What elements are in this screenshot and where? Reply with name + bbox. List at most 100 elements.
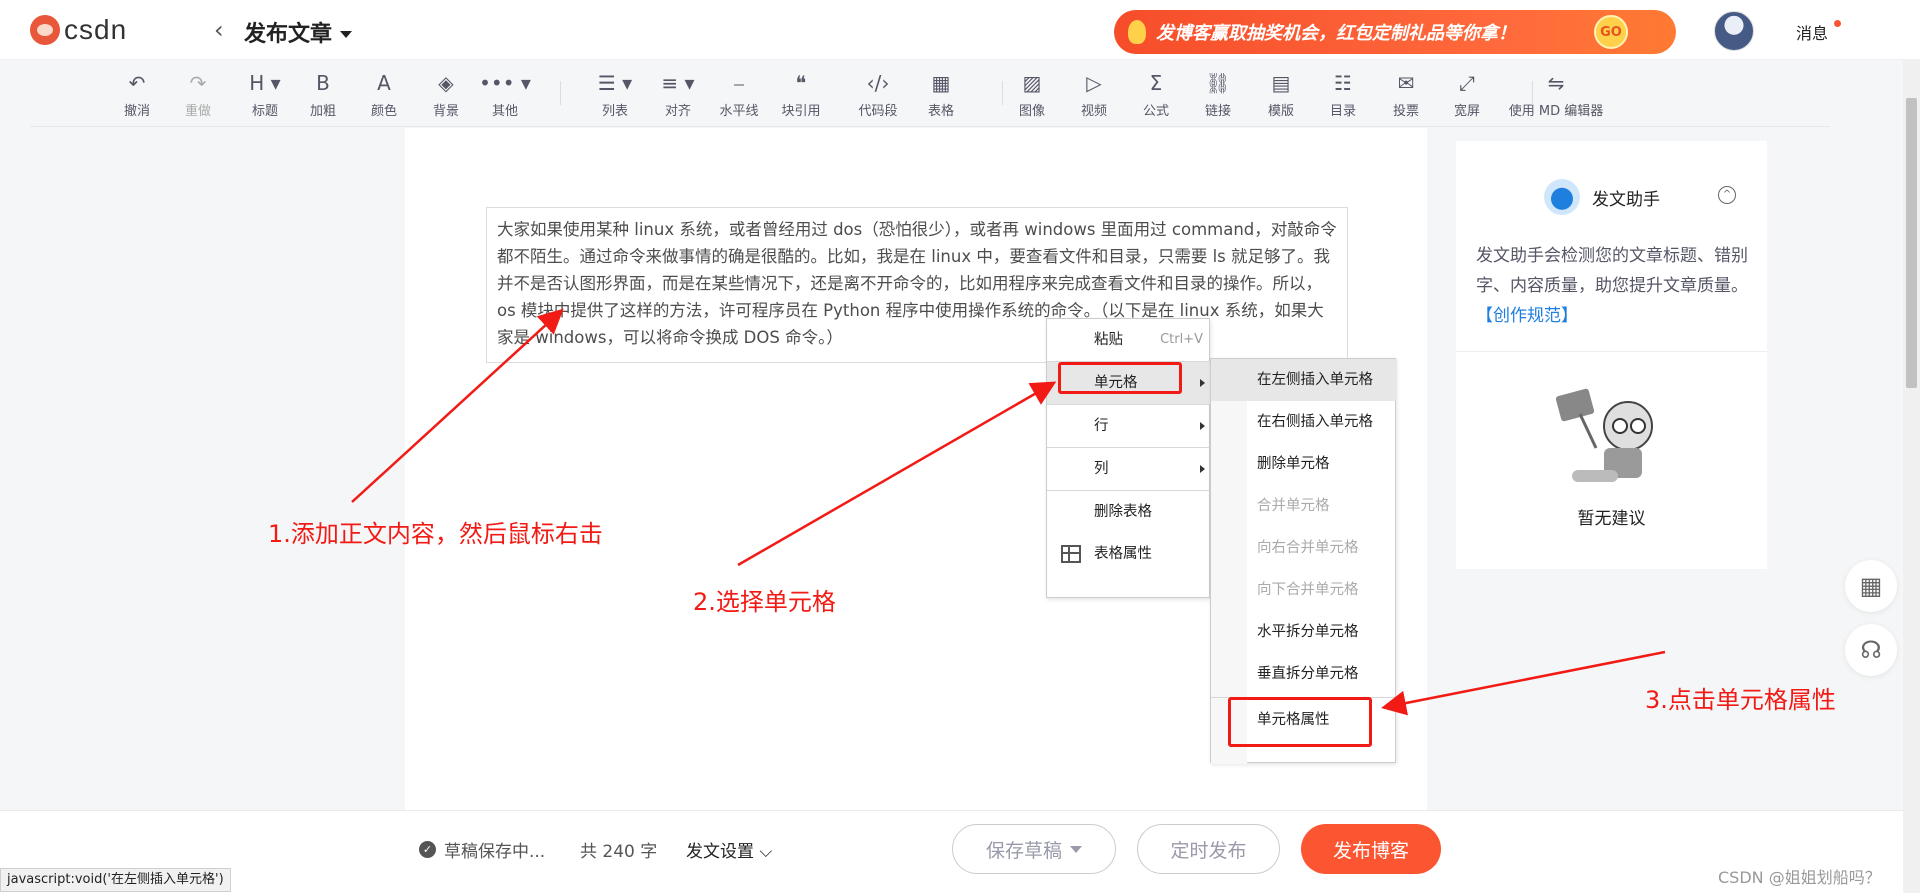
watermark: CSDN @姐姐划船吗？ — [1718, 868, 1881, 887]
qrcode-button[interactable]: ▦ — [1845, 560, 1897, 612]
link-icon: ⛓ — [1205, 71, 1231, 95]
heading-icon: H ▾ — [249, 71, 281, 95]
assistant-description: 发文助手会检测您的文章标题、错别字、内容质量，助您提升文章质量。【创作规范】 — [1476, 241, 1751, 331]
page-title-dropdown[interactable]: 发布文章 — [244, 16, 353, 48]
qrcode-icon: ▦ — [1859, 572, 1883, 600]
headset-icon: ☊ — [1860, 636, 1882, 664]
logo-text: csdn — [64, 14, 128, 45]
other-icon: ••• ▾ — [479, 71, 531, 95]
save-draft-button[interactable]: 保存草稿 — [952, 824, 1116, 874]
submenu-item: 合并单元格 — [1257, 498, 1330, 514]
caret-down-icon — [1070, 845, 1082, 853]
submenu-item[interactable]: 删除单元格 — [1211, 443, 1397, 485]
guidelines-link[interactable]: 【创作规范】 — [1476, 306, 1578, 326]
chevron-down-icon: ⌵ — [759, 842, 773, 862]
csdn-logo[interactable]: csdn — [30, 14, 127, 46]
menu-item-label: 行 — [1094, 418, 1109, 434]
toolbar-label: 块引用 — [781, 104, 821, 119]
toolbar-label: 背景 — [432, 104, 459, 119]
publish-button[interactable]: 发布博客 — [1301, 824, 1441, 874]
editor-toolbar: ↶ 撤消 ↷ 重做 H ▾ 标题 B 加粗 A 颜色 ◈ 背景 ••• ▾ 其他 ☰ ▾ 列表 ≡ ▾ 对齐 ⎯ 水平… — [30, 61, 1830, 127]
status-url-tooltip: javascript:void('在左侧插入单元格') — [0, 868, 231, 892]
menu-item-column[interactable]: 列 — [1047, 448, 1211, 490]
annotation-step3: 3.点击单元格属性 — [1645, 686, 1836, 714]
toolbar-label: 宽屏 — [1453, 104, 1480, 119]
scrollbar-thumb[interactable] — [1906, 98, 1917, 388]
submenu-item[interactable]: 在左侧插入单元格 — [1211, 359, 1397, 401]
menu-item-delete-table[interactable]: 删除表格 — [1047, 491, 1211, 533]
toolbar-label: 重做 — [184, 104, 211, 119]
toolbar-hr-button[interactable]: ⎯ 水平线 — [711, 69, 767, 119]
toolbar-md-editor-button[interactable]: ⇋ 使用 MD 编辑器 — [1496, 69, 1616, 119]
submenu-item[interactable]: 垂直拆分单元格 — [1211, 653, 1397, 695]
toolbar-template-button[interactable]: ▤ 模版 — [1253, 69, 1309, 119]
align-icon: ≡ ▾ — [661, 71, 695, 95]
toolbar-redo-button[interactable]: ↷ 重做 — [170, 69, 226, 119]
toolbar-label: 公式 — [1142, 104, 1169, 119]
toolbar-label: 撤消 — [123, 104, 150, 119]
user-avatar[interactable] — [1714, 11, 1754, 51]
toolbar-formula-button[interactable]: Σ 公式 — [1128, 69, 1184, 119]
redo-icon: ↷ — [189, 71, 207, 95]
list-icon: ☰ ▾ — [597, 71, 633, 95]
toolbar-image-button[interactable]: ▨ 图像 — [1004, 69, 1060, 119]
annotation-step1: 1.添加正文内容，然后鼠标右击 — [268, 520, 603, 548]
toolbar-widescreen-button[interactable]: ⤢ 宽屏 — [1439, 69, 1495, 119]
toolbar-code-button[interactable]: ‹/› 代码段 — [850, 69, 906, 119]
promo-banner[interactable]: 发博客赢取抽奖机会，红包定制礼品等你拿！ GO — [1114, 10, 1676, 54]
go-button[interactable]: GO — [1594, 15, 1628, 49]
context-menu: 粘贴 Ctrl+V 单元格 行 列 删除表格 表格属性 — [1046, 318, 1211, 598]
submenu-item: 向右合并单元格 — [1257, 540, 1359, 556]
toolbar-label: 标题 — [251, 104, 278, 119]
toolbar-quote-button[interactable]: ❝ 块引用 — [773, 69, 829, 119]
toolbar-table-button[interactable]: ▦ 表格 — [913, 69, 969, 119]
mascot-illustration — [1555, 388, 1653, 482]
page-title: 发布文章 — [244, 22, 333, 47]
messages-link[interactable]: 消息 — [1796, 20, 1828, 44]
table-icon — [1061, 545, 1081, 563]
menu-item-table-properties[interactable]: 表格属性 — [1047, 533, 1211, 575]
schedule-button[interactable]: 定时发布 — [1137, 824, 1280, 874]
md-editor-icon: ⇋ — [1547, 71, 1565, 95]
toolbar-other-button[interactable]: ••• ▾ 其他 — [477, 69, 533, 119]
toolbar-heading-button[interactable]: H ▾ 标题 — [237, 69, 293, 119]
toolbar-label: 使用 MD 编辑器 — [1508, 104, 1604, 119]
vote-icon: ✉ — [1397, 71, 1415, 95]
back-chevron-icon[interactable]: ‹ — [214, 16, 224, 44]
toolbar-vote-button[interactable]: ✉ 投票 — [1378, 69, 1434, 119]
toolbar-undo-button[interactable]: ↶ 撤消 — [109, 69, 165, 119]
template-icon: ▤ — [1271, 71, 1291, 95]
submenu-item[interactable]: 在右侧插入单元格 — [1211, 401, 1397, 443]
assistant-icon — [1544, 179, 1580, 215]
hr-icon: ⎯ — [734, 71, 744, 95]
toolbar-bold-button[interactable]: B 加粗 — [295, 69, 351, 119]
toolbar-video-button[interactable]: ▷ 视频 — [1066, 69, 1122, 119]
widescreen-icon: ⤢ — [1459, 71, 1475, 95]
submenu-item[interactable]: 水平拆分单元格 — [1211, 611, 1397, 653]
no-suggestions: 暂无建议 — [1577, 509, 1646, 529]
table-cell[interactable]: 大家如果使用某种 linux 系统，或者曾经用过 dos（恐怕很少），或者再 w… — [486, 207, 1348, 363]
toolbar-toc-button[interactable]: ☷ 目录 — [1315, 69, 1371, 119]
menu-item-row[interactable]: 行 — [1047, 405, 1211, 447]
toolbar-align-button[interactable]: ≡ ▾ 对齐 — [650, 69, 706, 119]
toolbar-label: 视频 — [1080, 104, 1107, 119]
submenu-arrow-icon — [1200, 422, 1205, 430]
collapse-icon[interactable]: ^ — [1718, 186, 1736, 204]
menu-item-paste[interactable]: 粘贴 Ctrl+V — [1047, 319, 1211, 361]
caret-down-icon — [340, 30, 353, 38]
toolbar-color-button[interactable]: A 颜色 — [356, 69, 412, 119]
support-button[interactable]: ☊ — [1845, 624, 1897, 676]
highlight-box-cell — [1058, 362, 1182, 394]
toolbar-link-button[interactable]: ⛓ 链接 — [1190, 69, 1246, 119]
save-draft-label: 保存草稿 — [985, 839, 1062, 862]
toolbar-background-button[interactable]: ◈ 背景 — [418, 69, 474, 119]
color-icon: A — [377, 71, 391, 95]
toolbar-label: 表格 — [927, 104, 954, 119]
check-icon: ✓ — [419, 841, 436, 858]
unread-dot — [1834, 20, 1841, 27]
formula-icon: Σ — [1149, 71, 1163, 95]
annotation-step2: 2.选择单元格 — [693, 588, 836, 616]
post-settings-dropdown[interactable]: 发文设置 ⌵ — [686, 837, 772, 862]
toolbar-list-button[interactable]: ☰ ▾ 列表 — [587, 69, 643, 119]
assistant-header: 发文助手 — [1544, 179, 1660, 215]
